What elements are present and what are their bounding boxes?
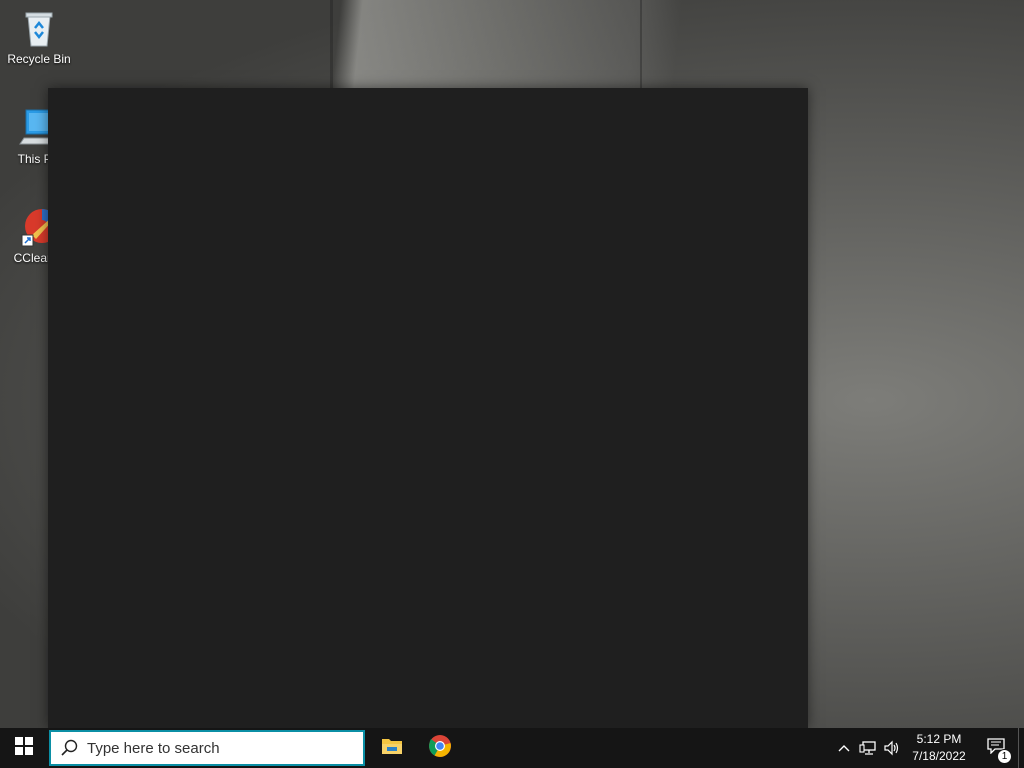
desktop-icon-recycle-bin[interactable]: Recycle Bin bbox=[1, 6, 77, 66]
start-button[interactable] bbox=[0, 728, 48, 768]
network-icon[interactable] bbox=[856, 728, 880, 768]
desktop-icon-label: Recycle Bin bbox=[7, 52, 71, 66]
search-box[interactable] bbox=[49, 730, 365, 766]
chevron-up-icon[interactable] bbox=[832, 728, 856, 768]
action-center-button[interactable]: 1 bbox=[974, 728, 1018, 768]
blank-app-window[interactable] bbox=[48, 88, 808, 728]
clock-time: 5:12 PM bbox=[916, 732, 962, 746]
windows-logo-icon bbox=[15, 736, 33, 760]
volume-icon[interactable] bbox=[880, 728, 904, 768]
clock-date: 7/18/2022 bbox=[912, 749, 966, 763]
notification-count-badge: 1 bbox=[997, 749, 1012, 764]
chrome-icon bbox=[428, 734, 452, 763]
taskbar-chrome[interactable] bbox=[416, 728, 464, 768]
search-icon bbox=[51, 739, 87, 757]
taskbar-file-explorer[interactable] bbox=[368, 728, 416, 768]
show-desktop-button[interactable] bbox=[1018, 728, 1024, 768]
system-tray: 5:12 PM 7/18/2022 1 bbox=[832, 728, 1024, 768]
recycle-bin-icon bbox=[18, 6, 60, 48]
taskbar: 5:12 PM 7/18/2022 1 bbox=[0, 728, 1024, 768]
clock[interactable]: 5:12 PM 7/18/2022 bbox=[904, 731, 974, 765]
search-input[interactable] bbox=[87, 739, 347, 757]
file-explorer-icon bbox=[381, 736, 403, 761]
